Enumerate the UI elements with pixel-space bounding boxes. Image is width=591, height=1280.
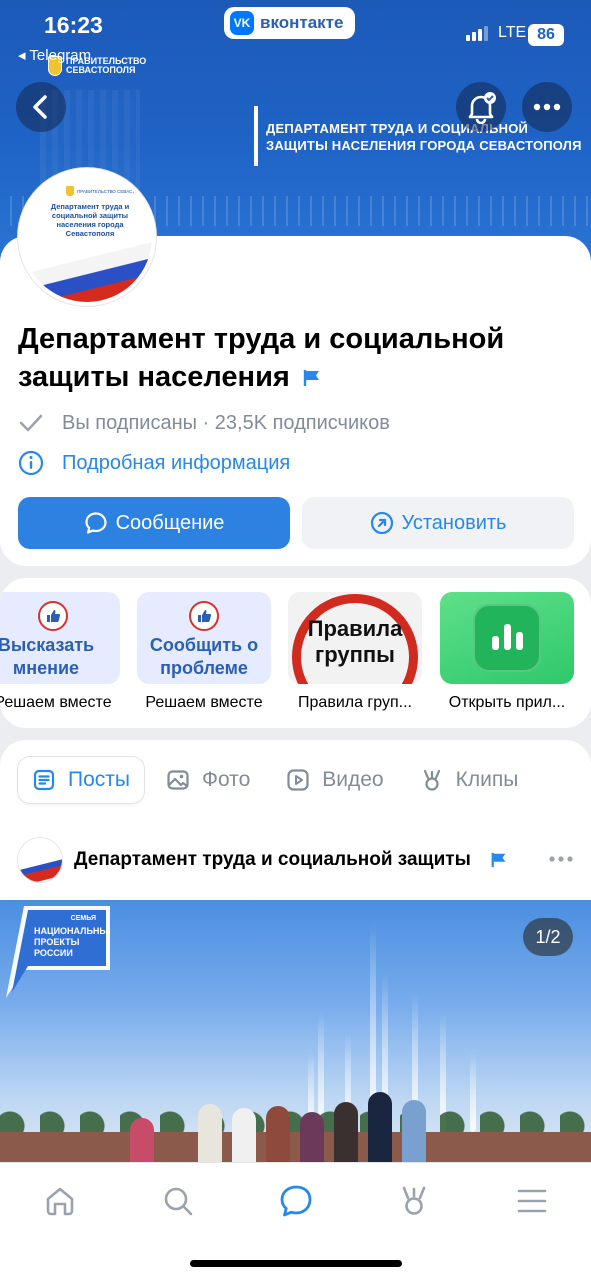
verified-flag-icon <box>303 370 319 387</box>
home-indicator <box>190 1260 402 1267</box>
search-icon <box>164 1187 193 1216</box>
widget-report-problem-caption: Решаем вместе <box>145 694 263 711</box>
badge-top-text: СЕМЬЯ <box>71 915 96 922</box>
widget-opinion[interactable]: Высказать мнение <box>0 592 120 684</box>
group-avatar[interactable]: ПРАВИТЕЛЬСТВО СЕВАСТОПОЛЯ Департамент тр… <box>18 168 156 306</box>
widget-group-rules-caption: Правила груп... <box>298 694 412 711</box>
post-author-name[interactable]: Департамент труда и социальной защиты <box>74 849 490 871</box>
menu-icon <box>517 1189 547 1213</box>
messages-icon <box>280 1185 312 1217</box>
thumbs-up-icon <box>38 601 68 631</box>
nav-menu[interactable] <box>512 1181 552 1221</box>
bell-check-icon <box>468 92 496 124</box>
widget-group-rules-title: Правила группы <box>307 616 403 667</box>
widget-group-rules[interactable]: Правила группы <box>288 592 422 684</box>
status-time: 16:23 <box>44 12 103 38</box>
vk-app-pill[interactable]: VK вконтакте <box>224 7 356 39</box>
details-link-label: Подробная информация <box>62 451 291 474</box>
message-button-label: Сообщение <box>115 511 225 534</box>
widget-report-problem-title: Сообщить о проблеме <box>149 635 259 678</box>
nav-messages[interactable] <box>276 1181 316 1221</box>
national-projects-badge: СЕМЬЯ НАЦИОНАЛЬНЫЕ ПРОЕКТЫ РОССИИ <box>6 906 110 998</box>
signal-icon <box>466 26 488 41</box>
post-photo[interactable]: СЕМЬЯ НАЦИОНАЛЬНЫЕ ПРОЕКТЫ РОССИИ 1/2 <box>0 900 591 1162</box>
tab-clips[interactable]: Клипы <box>406 757 533 803</box>
badge-line-2: ПРОЕКТЫ <box>34 937 80 947</box>
avatar-text: Департамент труда и социальной защиты на… <box>50 202 130 238</box>
back-to-telegram[interactable]: ◂ Telegram <box>18 46 91 64</box>
nav-clips[interactable] <box>394 1181 434 1221</box>
group-title: Департамент труда и социальной защиты на… <box>18 320 558 396</box>
nav-search[interactable] <box>158 1181 198 1221</box>
verified-flag-icon <box>491 852 506 868</box>
nav-home[interactable] <box>40 1181 80 1221</box>
message-button[interactable]: Сообщение <box>18 497 290 549</box>
clips-icon <box>402 1186 426 1215</box>
more-horizontal-icon <box>549 856 573 862</box>
home-icon <box>46 1187 74 1216</box>
chevron-left-icon <box>33 95 47 119</box>
avatar-mini-logo: ПРАВИТЕЛЬСТВО СЕВАСТОПОЛЯ <box>66 186 151 196</box>
install-button[interactable]: Установить <box>302 497 574 549</box>
message-icon <box>84 512 107 534</box>
post-author-avatar[interactable] <box>18 838 62 882</box>
details-link[interactable]: Подробная информация <box>18 450 290 476</box>
network-type: LTE <box>498 24 527 41</box>
install-button-label: Установить <box>401 511 507 534</box>
cover-divider <box>254 106 258 166</box>
badge-line-3: РОССИИ <box>34 948 73 958</box>
posts-icon <box>33 769 55 791</box>
status-bar: 16:23 ◂ Telegram VK вконтакте LTE 86 <box>0 0 591 64</box>
battery-indicator: 86 <box>528 24 564 46</box>
tab-photo-label: Фото <box>202 768 251 791</box>
video-icon <box>287 769 309 791</box>
widgets-card: Высказать мнение Решаем вместе Сообщить … <box>0 578 591 728</box>
post-more-button[interactable] <box>548 850 574 868</box>
tab-photo[interactable]: Фото <box>152 757 264 803</box>
clips-icon <box>423 769 440 791</box>
notifications-button[interactable] <box>456 82 506 132</box>
more-options-button[interactable] <box>522 82 572 132</box>
app-chart-icon <box>473 604 541 672</box>
content-tabs: Посты Фото Видео Клипы <box>18 756 540 804</box>
subscription-status: Вы подписаны · 23,5K подписчиков <box>62 411 390 434</box>
back-button[interactable] <box>16 82 66 132</box>
widget-open-app[interactable] <box>440 592 574 684</box>
widget-opinion-title: Высказать мнение <box>0 635 95 678</box>
photo-icon <box>167 770 189 790</box>
subscription-row: Вы подписаны · 23,5K подписчиков <box>18 410 390 436</box>
widget-opinion-caption: Решаем вместе <box>0 694 112 711</box>
install-arrow-icon <box>370 511 393 535</box>
group-title-text: Департамент труда и социальной защиты на… <box>18 323 505 393</box>
widget-report-problem[interactable]: Сообщить о проблеме <box>137 592 271 684</box>
check-icon <box>19 414 43 432</box>
tab-video[interactable]: Видео <box>272 757 397 803</box>
tab-posts[interactable]: Посты <box>18 757 144 803</box>
photo-counter: 1/2 <box>523 918 573 956</box>
more-horizontal-icon <box>533 103 561 111</box>
widget-open-app-caption: Открыть прил... <box>448 694 566 711</box>
post-header: Департамент труда и социальной защиты <box>18 836 578 884</box>
tab-posts-label: Посты <box>68 768 130 791</box>
badge-line-1: НАЦИОНАЛЬНЫЕ <box>34 926 110 936</box>
info-icon <box>18 450 44 476</box>
photo-people <box>130 1092 426 1162</box>
thumbs-up-icon <box>189 601 219 631</box>
vk-logo-icon: VK <box>230 11 254 35</box>
tab-video-label: Видео <box>322 768 384 791</box>
tab-clips-label: Клипы <box>455 768 519 791</box>
vk-app-label: вконтакте <box>260 13 344 32</box>
